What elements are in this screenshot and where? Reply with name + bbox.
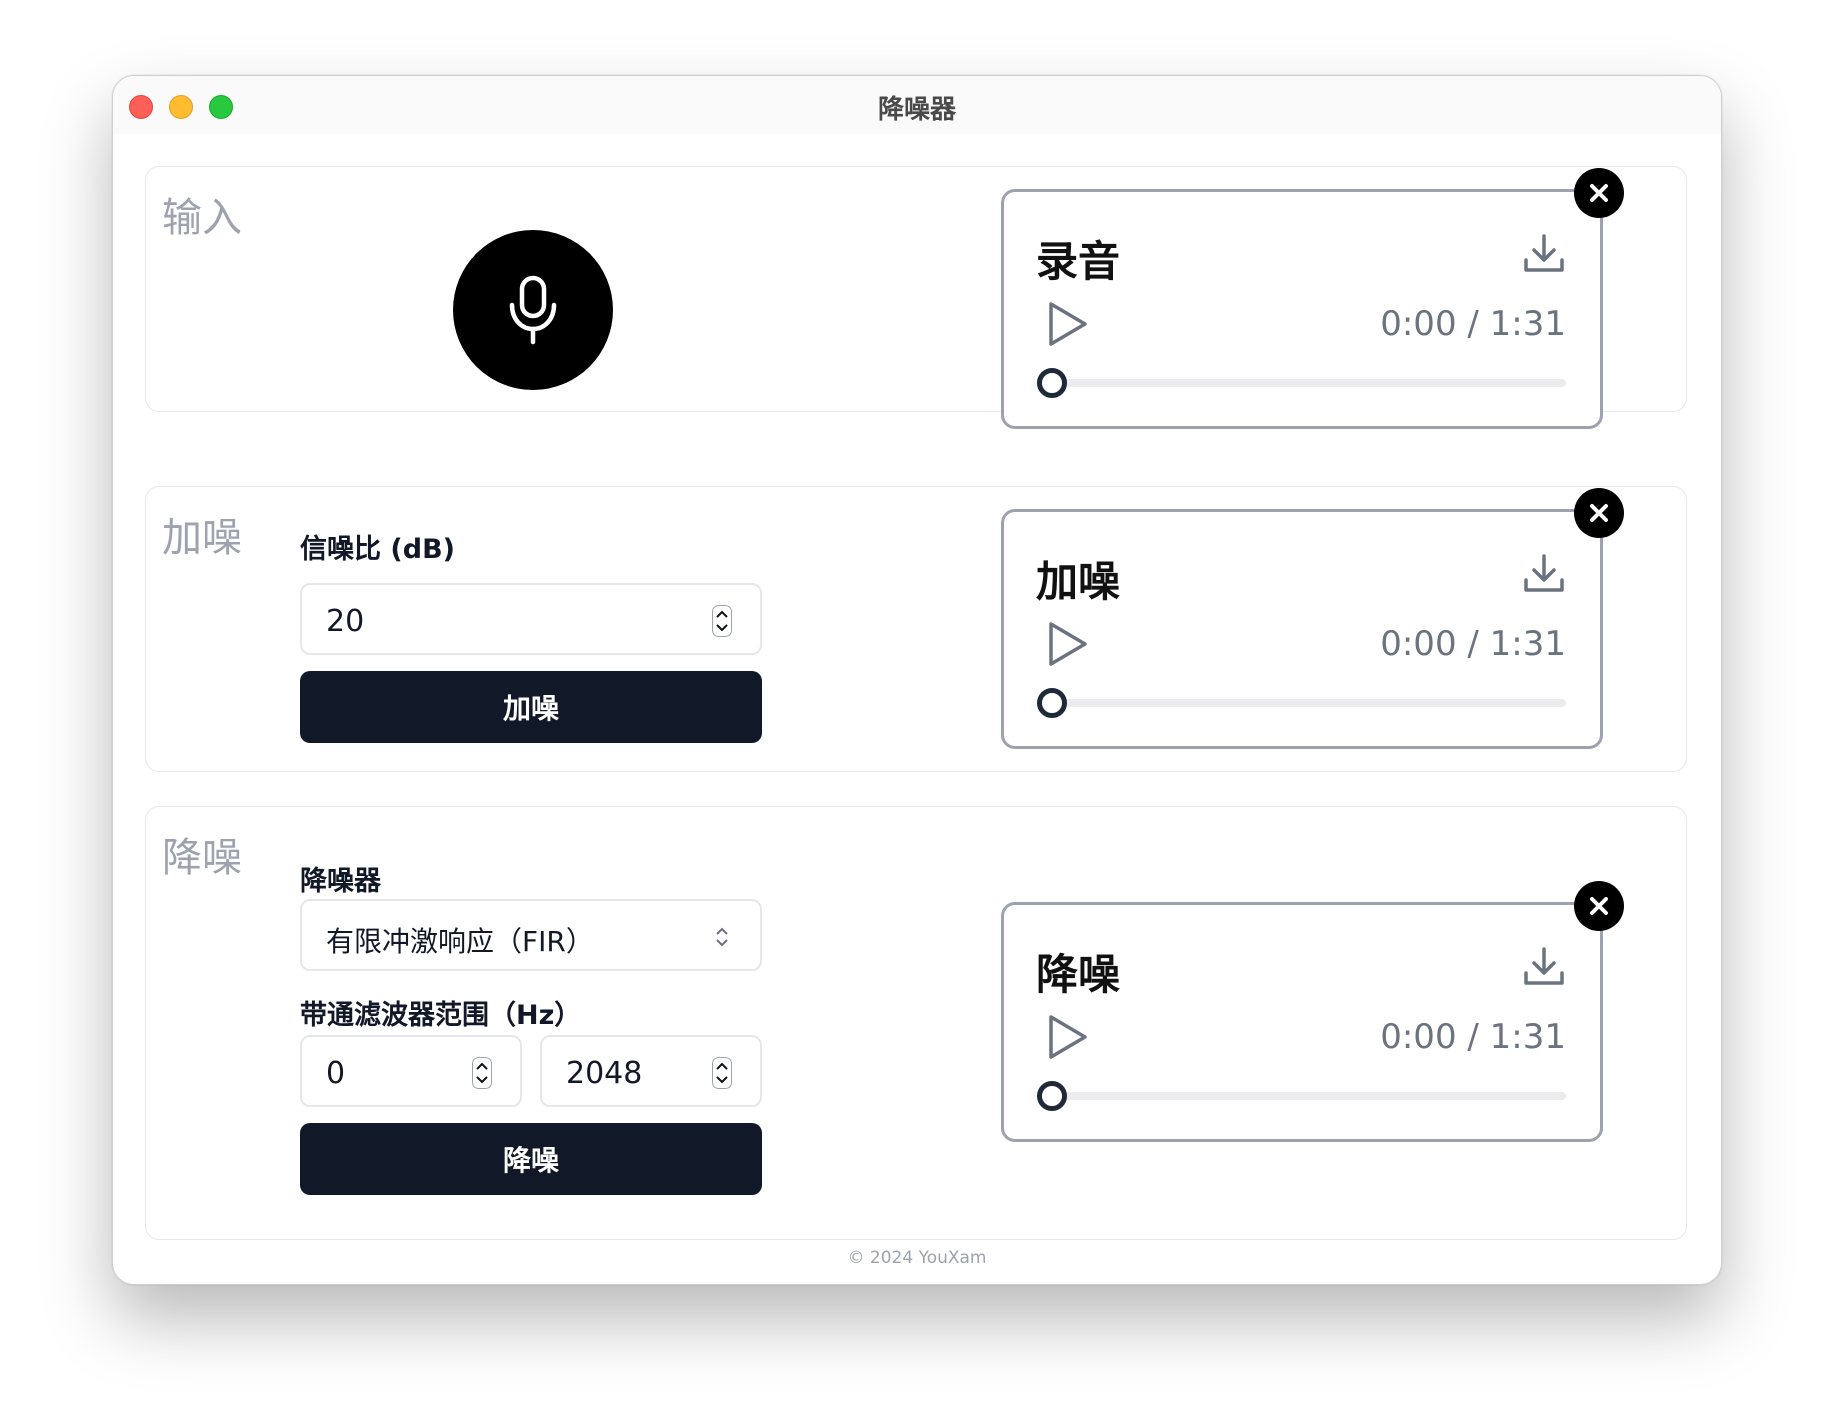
progress-track[interactable]	[1052, 699, 1566, 707]
footer-copyright: © 2024 YouXam	[847, 1248, 987, 1268]
audio-player-noisy: 加噪 0:00 / 1:31	[1001, 509, 1603, 749]
spinner-icon[interactable]	[472, 1057, 492, 1089]
download-icon[interactable]	[1522, 552, 1566, 596]
progress-knob[interactable]	[1037, 688, 1067, 718]
snr-label: 信噪比 (dB)	[300, 534, 455, 565]
section-label-denoise: 降噪	[162, 835, 242, 881]
chevron-updown-icon	[716, 927, 728, 947]
remove-recording-button[interactable]	[1574, 168, 1624, 218]
progress-knob[interactable]	[1037, 368, 1067, 398]
bandpass-label: 带通滤波器范围（Hz）	[300, 1000, 582, 1031]
close-icon	[1590, 504, 1608, 522]
progress-track[interactable]	[1052, 379, 1566, 387]
denoise-button[interactable]: 降噪	[300, 1123, 762, 1195]
add-noise-button[interactable]: 加噪	[300, 671, 762, 743]
bandpass-high-input[interactable]: 2048	[540, 1035, 762, 1107]
progress-track[interactable]	[1052, 1092, 1566, 1100]
app-window: 降噪器 输入 录音 0:00 / 1:31 加噪 信噪比 (dB) 20 加噪 …	[112, 75, 1722, 1285]
audio-player-denoised: 降噪 0:00 / 1:31	[1001, 902, 1603, 1142]
bandpass-low-value: 0	[326, 1056, 346, 1091]
window-title: 降噪器	[877, 95, 956, 125]
remove-denoised-button[interactable]	[1574, 881, 1624, 931]
player-title: 降噪	[1036, 950, 1121, 999]
close-icon	[1590, 897, 1608, 915]
playback-time: 0:00 / 1:31	[1380, 304, 1566, 344]
section-label-input: 输入	[162, 195, 242, 241]
download-icon[interactable]	[1522, 232, 1566, 276]
denoiser-select[interactable]: 有限冲激响应（FIR）	[300, 899, 762, 971]
close-icon	[1590, 184, 1608, 202]
progress-knob[interactable]	[1037, 1081, 1067, 1111]
playback-time: 0:00 / 1:31	[1380, 1017, 1566, 1057]
titlebar: 降噪器	[113, 76, 1721, 134]
bandpass-low-input[interactable]: 0	[300, 1035, 522, 1107]
play-icon[interactable]	[1046, 1013, 1090, 1061]
snr-input[interactable]: 20	[300, 583, 762, 655]
playback-time: 0:00 / 1:31	[1380, 624, 1566, 664]
bandpass-high-value: 2048	[566, 1056, 643, 1091]
section-label-add-noise: 加噪	[162, 515, 242, 561]
snr-value: 20	[326, 604, 365, 639]
play-icon[interactable]	[1046, 300, 1090, 348]
denoiser-selected-value: 有限冲激响应（FIR）	[326, 925, 594, 958]
download-icon[interactable]	[1522, 945, 1566, 989]
play-icon[interactable]	[1046, 620, 1090, 668]
player-title: 加噪	[1036, 557, 1121, 606]
spinner-icon[interactable]	[712, 605, 732, 637]
denoiser-label: 降噪器	[300, 866, 381, 897]
microphone-icon	[509, 275, 557, 345]
record-button[interactable]	[453, 230, 613, 390]
audio-player-recording: 录音 0:00 / 1:31	[1001, 189, 1603, 429]
spinner-icon[interactable]	[712, 1057, 732, 1089]
player-title: 录音	[1036, 237, 1121, 286]
remove-noisy-button[interactable]	[1574, 488, 1624, 538]
